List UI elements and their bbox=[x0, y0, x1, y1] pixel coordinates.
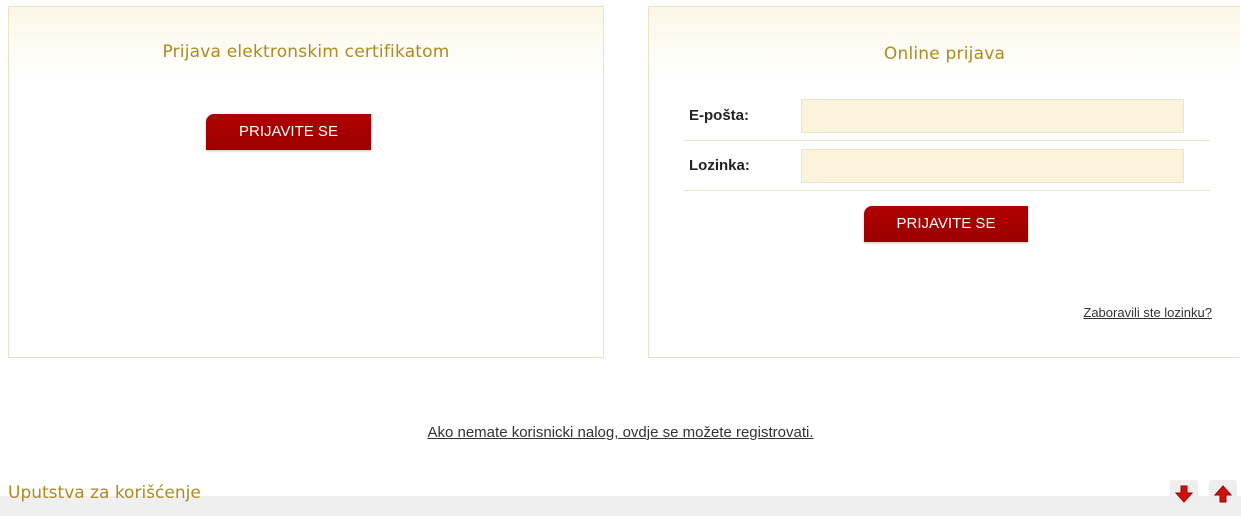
expand-instructions-button[interactable] bbox=[1170, 480, 1198, 508]
forgot-password-link[interactable]: Zaboravili ste lozinku? bbox=[1083, 305, 1212, 320]
online-login-panel: Online prijava E-pošta: Lozinka: PRIJAVI… bbox=[648, 6, 1240, 358]
online-login-button[interactable]: PRIJAVITE SE bbox=[864, 206, 1028, 242]
arrow-down-icon bbox=[1174, 485, 1194, 503]
login-page: Prijava elektronskim certifikatom PRIJAV… bbox=[0, 0, 1241, 516]
password-field[interactable] bbox=[801, 149, 1184, 183]
collapse-instructions-button[interactable] bbox=[1209, 480, 1237, 508]
instructions-section: Uputstva za korišćenje bbox=[0, 470, 1241, 516]
register-row: Ako nemate korisnicki nalog, ovdje se mo… bbox=[0, 424, 1241, 441]
register-link[interactable]: Ako nemate korisnicki nalog, ovdje se mo… bbox=[427, 424, 813, 441]
password-label: Lozinka: bbox=[689, 157, 750, 174]
certificate-login-panel: Prijava elektronskim certifikatom PRIJAV… bbox=[8, 6, 604, 358]
certificate-login-button[interactable]: PRIJAVITE SE bbox=[206, 114, 371, 150]
arrow-up-icon bbox=[1213, 485, 1233, 503]
email-label: E-pošta: bbox=[689, 107, 749, 124]
online-login-title: Online prijava bbox=[883, 44, 1006, 64]
email-field[interactable] bbox=[801, 99, 1184, 133]
instructions-title: Uputstva za korišćenje bbox=[8, 483, 201, 503]
certificate-login-title: Prijava elektronskim certifikatom bbox=[162, 42, 450, 62]
email-row: E-pošta: bbox=[684, 91, 1210, 141]
password-row: Lozinka: bbox=[684, 141, 1210, 191]
